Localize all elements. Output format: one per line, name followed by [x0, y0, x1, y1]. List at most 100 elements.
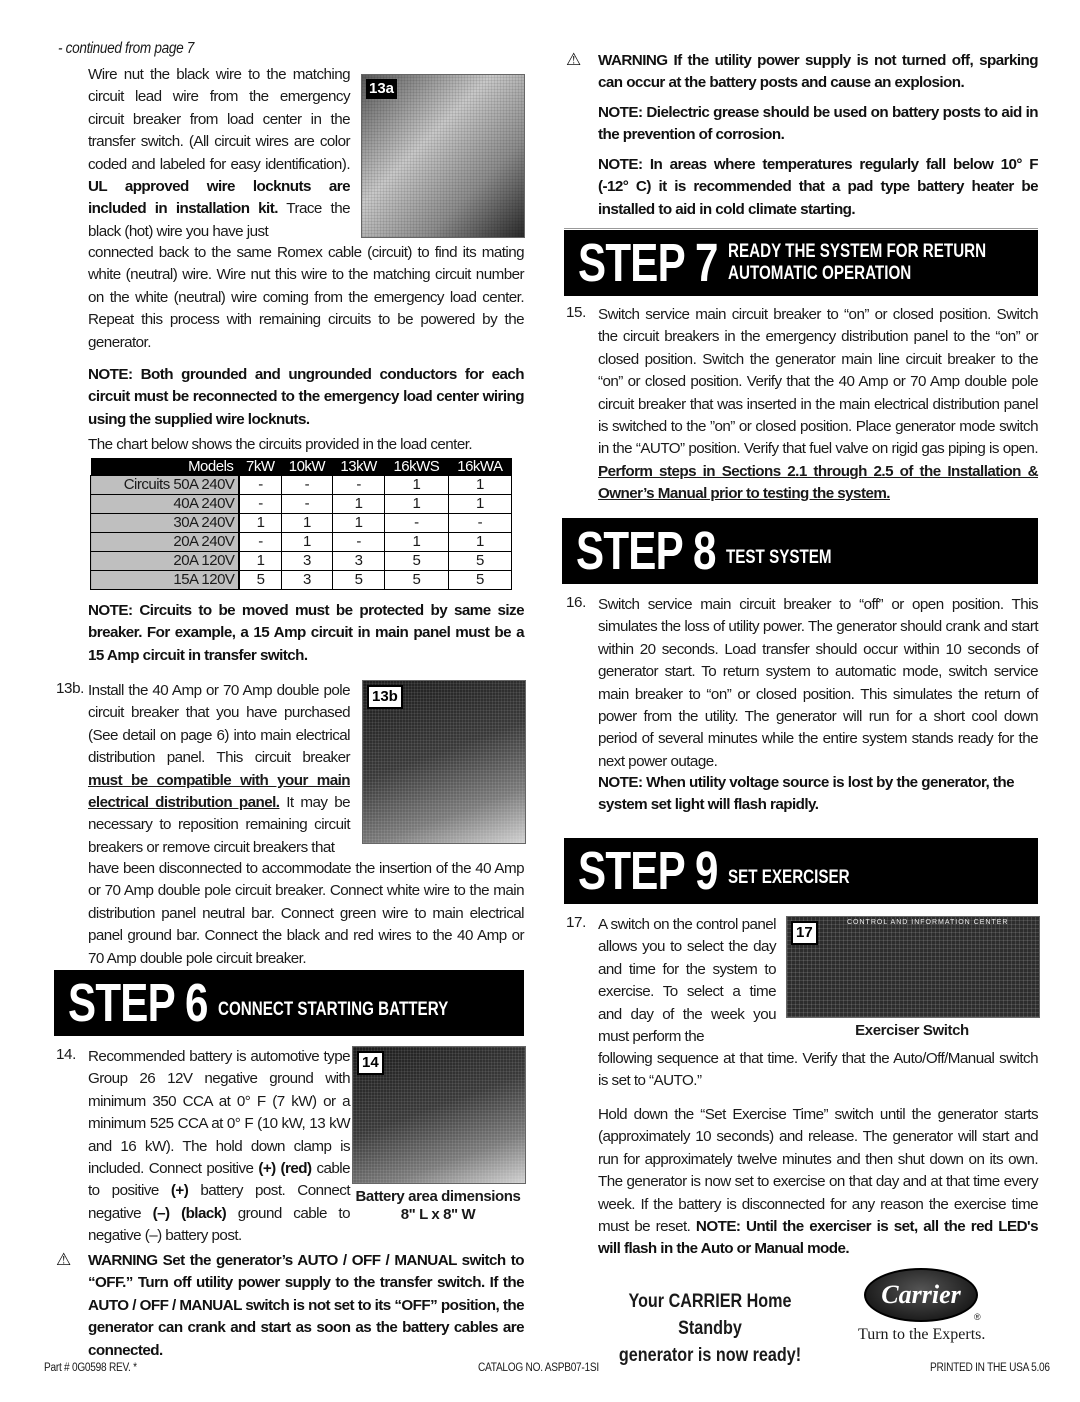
- step-15-number: 15.: [566, 304, 586, 321]
- table-row: 40A 240V - - 1 1 1: [90, 494, 513, 514]
- photo-17-control-panel: 17 CONTROL AND INFORMATION CENTER: [786, 916, 1040, 1018]
- table-cell: 1: [383, 532, 449, 552]
- step-8-number: STEP 8: [576, 521, 716, 581]
- table-cell: -: [280, 475, 334, 495]
- table-cell: 1: [332, 494, 385, 514]
- row-label: Circuits 50A 240V: [90, 475, 241, 495]
- note-circuits: NOTE: Circuits to be moved must be prote…: [88, 602, 525, 664]
- registered-mark: ®: [974, 1312, 981, 1322]
- table-cell: -: [332, 532, 385, 552]
- table-header-cell: Models: [90, 458, 240, 476]
- table-header-row: Models 7kW 10kW 13kW 16kWS 16kWA: [90, 458, 512, 476]
- hold-instructions: Hold down the “Set Exercise Time” switch…: [598, 1106, 1039, 1258]
- table-cell: 5: [447, 551, 513, 571]
- table-cell: 3: [332, 551, 385, 571]
- table-cell: 1: [280, 513, 334, 533]
- row-label: 20A 120V: [90, 551, 241, 571]
- step-14-number: 14.: [56, 1046, 76, 1063]
- table-row: Circuits 50A 240V - - - 1 1: [90, 475, 513, 495]
- table-cell: 5: [383, 570, 449, 590]
- photo-13a-label: 13a: [366, 79, 398, 99]
- step-6-banner: STEP 6 CONNECT STARTING BATTERY: [54, 970, 524, 1036]
- photo-14: 14: [352, 1046, 526, 1184]
- note-grease: NOTE: Dielectric grease should be used o…: [598, 104, 1039, 144]
- step-14-text: Recommended battery is automotive type G…: [88, 1048, 351, 1245]
- step-16-number: 16.: [566, 594, 586, 611]
- footer-catalog-number: CATALOG NO. ASPB07-1SI: [478, 1362, 599, 1374]
- step-13b-continued: have been disconnected to accommodate th…: [88, 860, 525, 967]
- continued-note: - continued from page 7: [58, 40, 194, 57]
- table-cell: 1: [447, 494, 513, 514]
- table-cell: 1: [332, 513, 385, 533]
- table-cell: 1: [447, 475, 513, 495]
- step-9-number: STEP 9: [578, 841, 718, 901]
- table-row: 20A 240V - 1 - 1 1: [90, 532, 513, 552]
- table-cell: 5: [332, 570, 385, 590]
- table-cell: 3: [280, 551, 334, 571]
- table-cell: -: [383, 513, 449, 533]
- divider: [564, 228, 1038, 229]
- step-16-text: Switch service main circuit breaker to “…: [598, 596, 1039, 770]
- table-cell: 1: [238, 513, 282, 533]
- table-cell: 1: [383, 475, 449, 495]
- row-label: 20A 240V: [90, 532, 241, 552]
- table-cell: -: [332, 475, 385, 495]
- note-conductors: NOTE: Both grounded and ungrounded condu…: [88, 366, 525, 428]
- step-6-number: STEP 6: [68, 973, 208, 1033]
- table-cell: 5: [238, 570, 282, 590]
- row-label: 30A 240V: [90, 513, 241, 533]
- step-9-banner: STEP 9 SET EXERCISER: [564, 838, 1038, 904]
- table-header-cell: 10kW: [281, 458, 333, 476]
- table-header-cell: 7kW: [239, 458, 282, 476]
- table-cell: 1: [280, 532, 334, 552]
- footer-part-number: Part # 0G0598 REV. *: [44, 1362, 137, 1374]
- table-cell: 5: [383, 551, 449, 571]
- photo-14-label: 14: [357, 1051, 384, 1075]
- footer-printed: PRINTED IN THE USA 5.06: [930, 1362, 1050, 1374]
- table-header-cell: 13kW: [332, 458, 385, 476]
- table-cell: -: [238, 494, 282, 514]
- step-9-title: SET EXERCISER: [728, 867, 850, 888]
- step-15-text: Switch service main circuit breaker to “…: [598, 306, 1039, 503]
- table-row: 20A 120V 1 3 3 5 5: [90, 551, 513, 571]
- table-cell: 3: [280, 570, 334, 590]
- step-13a-continued: connected back to the same Romex cable (…: [88, 244, 525, 351]
- step-17-number: 17.: [566, 914, 586, 931]
- step-13b-text: Install the 40 Amp or 70 Amp double pole…: [88, 682, 351, 856]
- table-row: 15A 120V 5 3 5 5 5: [90, 570, 513, 590]
- step-17-continued: following sequence at that time. Verify …: [598, 1050, 1039, 1090]
- step-13b-number: 13b.: [56, 680, 84, 697]
- step-6-title: CONNECT STARTING BATTERY: [218, 999, 449, 1020]
- step-17-text: A switch on the control panel allows you…: [598, 916, 777, 1046]
- row-label: 15A 120V: [90, 570, 241, 590]
- photo-17-caption: Exerciser Switch: [855, 1022, 969, 1039]
- table-row: 30A 240V 1 1 1 - -: [90, 513, 513, 533]
- photo-13a: 13a: [361, 74, 525, 238]
- step-7-number: STEP 7: [578, 233, 718, 293]
- warning-off: WARNING Set the generator’s AUTO / OFF /…: [88, 1252, 525, 1359]
- table-cell: 1: [238, 551, 282, 571]
- photo-13b: 13b: [362, 680, 526, 844]
- step-7-banner: STEP 7 READY THE SYSTEM FOR RETURN AUTOM…: [564, 230, 1038, 296]
- table-cell: -: [447, 513, 513, 533]
- table-cell: -: [238, 475, 282, 495]
- step-8-title: TEST SYSTEM: [726, 547, 832, 568]
- step-8-banner: STEP 8 TEST SYSTEM: [562, 518, 1038, 584]
- carrier-tagline: Turn to the Experts.: [858, 1326, 986, 1343]
- photo-17-label: 17: [791, 921, 818, 945]
- circuits-table: Models 7kW 10kW 13kW 16kWS 16kWA Circuit…: [90, 458, 513, 590]
- table-cell: -: [238, 532, 282, 552]
- step-13a-text: Wire nut the black wire to the matching …: [88, 66, 351, 240]
- table-header-cell: 16kWA: [448, 458, 512, 476]
- carrier-logo: Carrier: [864, 1268, 978, 1322]
- control-panel-title: CONTROL AND INFORMATION CENTER: [847, 919, 1009, 926]
- row-label: 40A 240V: [90, 494, 241, 514]
- warning-spark: WARNING If the utility power supply is n…: [598, 52, 1039, 92]
- table-cell: 1: [383, 494, 449, 514]
- ready-message: Your CARRIER Home Standby generator is n…: [618, 1291, 802, 1366]
- warning-icon: ⚠: [566, 50, 582, 70]
- note-cold: NOTE: In areas where temperatures regula…: [598, 156, 1039, 218]
- table-cell: 1: [447, 532, 513, 552]
- table-header-cell: 16kWS: [384, 458, 449, 476]
- step-16-note: NOTE: When utility voltage source is los…: [598, 774, 1015, 814]
